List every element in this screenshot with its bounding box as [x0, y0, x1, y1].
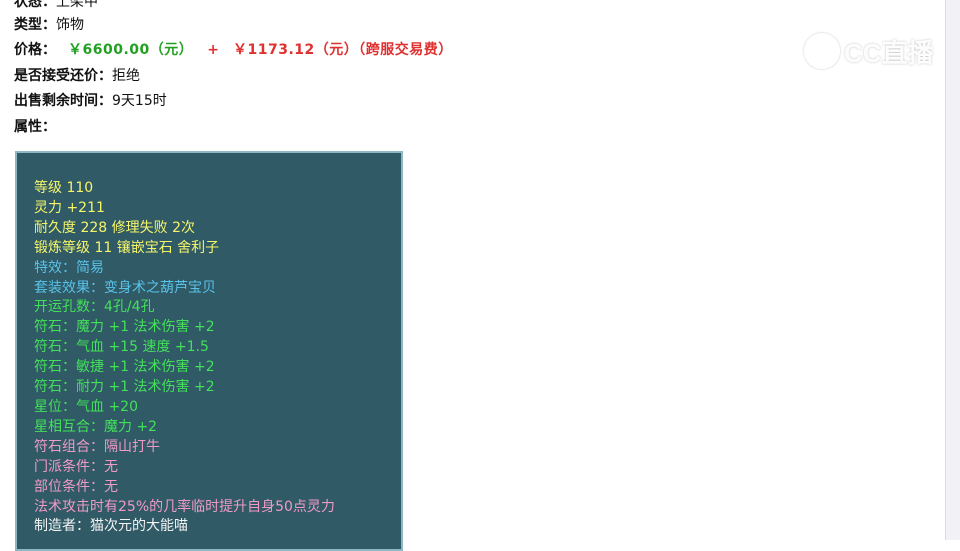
attr-sect-requirement: 门派条件：无 — [34, 458, 118, 475]
attributes-label: 属性： — [14, 119, 56, 135]
attr-combo-effect: 法术攻击时有25%的几率临时提升自身50点灵力 — [34, 498, 335, 515]
item-attributes-panel: 等级 110 灵力 +211 耐久度 228 修理失败 2次 锻炼等级 11 镶… — [15, 151, 403, 551]
attr-slots: 开运孔数：4孔/4孔 — [34, 299, 155, 316]
item-attributes-list: 等级 110 灵力 +211 耐久度 228 修理失败 2次 锻炼等级 11 镶… — [34, 179, 394, 537]
remaining-time-row: 出售剩余时间：9天15时 — [14, 92, 167, 110]
remaining-time-label: 出售剩余时间： — [14, 93, 112, 109]
attr-forging: 锻炼等级 11 镶嵌宝石 舍利子 — [34, 239, 220, 256]
attr-rune-1: 符石：魔力 +1 法术伤害 +2 — [34, 319, 215, 336]
attr-special-effect: 特效：简易 — [34, 259, 104, 276]
counteroffer-value: 拒绝 — [112, 68, 140, 84]
cc-live-watermark: CC直播 — [804, 32, 934, 70]
status-value: 上架中 — [56, 0, 98, 10]
attr-rune-4: 符石：耐力 +1 法术伤害 +2 — [34, 379, 215, 396]
remaining-time-value: 9天15时 — [112, 93, 167, 109]
price-fee: ￥1173.12（元）（跨服交易费） — [233, 42, 453, 58]
attr-spirit: 灵力 +211 — [34, 199, 105, 216]
price-label: 价格： — [14, 42, 56, 58]
attr-part-requirement: 部位条件：无 — [34, 478, 118, 495]
attr-durability: 耐久度 228 修理失败 2次 — [34, 219, 195, 236]
price-main: ￥6600.00（元） — [68, 42, 194, 58]
price-plus: + — [207, 42, 219, 58]
attr-cutoff-line: 制造者：猫次元的大能喵 — [34, 518, 188, 535]
type-row: 类型：饰物 — [14, 16, 84, 34]
counteroffer-row: 是否接受还价：拒绝 — [14, 67, 140, 85]
attr-set-effect: 套装效果：变身术之葫芦宝贝 — [34, 279, 216, 296]
attr-level: 等级 110 — [34, 180, 94, 196]
type-label: 类型： — [14, 17, 56, 33]
price-row: 价格： ￥6600.00（元） + ￥1173.12（元）（跨服交易费） — [14, 41, 453, 59]
page-scrollbar[interactable] — [945, 0, 960, 540]
attributes-row: 属性： — [14, 118, 56, 136]
type-value: 饰物 — [56, 17, 84, 33]
attr-rune-combo: 符石组合：隔山打牛 — [34, 438, 160, 455]
watermark-text: CC直播 — [844, 37, 934, 68]
attr-rune-3: 符石：敏捷 +1 法术伤害 +2 — [34, 359, 215, 376]
cc-live-logo-icon — [804, 33, 840, 69]
status-row: 状态：上架中 — [14, 0, 98, 11]
status-label: 状态： — [14, 0, 56, 10]
attr-star-harmony: 星相互合：魔力 +2 — [34, 418, 158, 435]
counteroffer-label: 是否接受还价： — [14, 68, 112, 84]
attr-star-position: 星位：气血 +20 — [34, 398, 138, 415]
attr-rune-2: 符石：气血 +15 速度 +1.5 — [34, 339, 209, 356]
